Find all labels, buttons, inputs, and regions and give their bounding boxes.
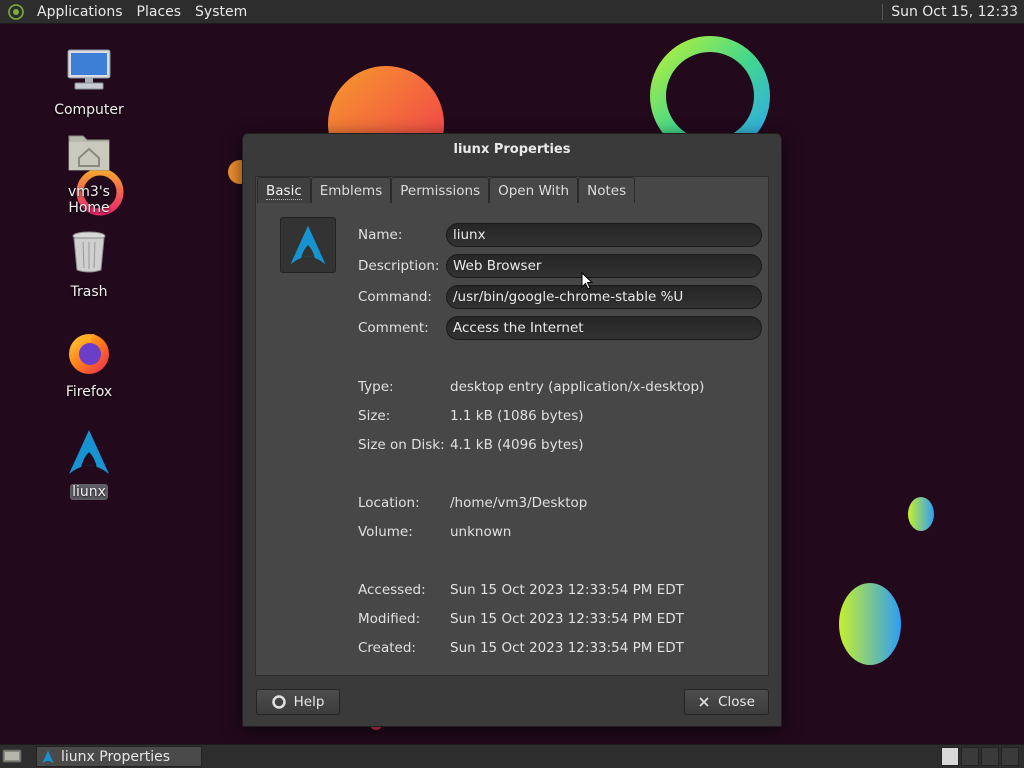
panel-separator <box>882 3 884 20</box>
name-label: Name: <box>358 227 403 243</box>
basic-tab-panel: Name: liunx Description: Web Browser Com… <box>255 176 769 676</box>
desktop-icon-firefox[interactable]: Firefox <box>44 328 134 400</box>
command-label: Command: <box>358 289 432 305</box>
tab-label: Notes <box>587 183 627 199</box>
size-on-disk-value: 4.1 kB (4096 bytes) <box>450 437 584 453</box>
desktop-icon-label: Trash <box>70 284 108 300</box>
size-label: Size: <box>358 408 391 424</box>
size-on-disk-label: Size on Disk: <box>358 437 445 453</box>
desktop-icon-label: liunx <box>70 484 108 500</box>
show-desktop-icon[interactable] <box>2 748 22 764</box>
accessed-value: Sun 15 Oct 2023 12:33:54 PM EDT <box>450 582 684 598</box>
desktop-icon-trash[interactable]: Trash <box>44 228 134 300</box>
computer-icon <box>67 49 111 90</box>
modified-label: Modified: <box>358 611 421 627</box>
type-label: Type: <box>358 379 394 395</box>
firefox-icon <box>69 334 109 374</box>
trash-icon <box>72 231 106 273</box>
help-label: Help <box>293 694 325 710</box>
tab-label: Permissions <box>400 183 481 199</box>
tab-emblems[interactable]: Emblems <box>310 177 392 203</box>
properties-dialog: liunx Properties Name: liunx Description… <box>242 133 782 727</box>
desktop-icon-label: Firefox <box>65 384 113 400</box>
applications-menu-icon[interactable] <box>8 3 24 20</box>
location-label: Location: <box>358 495 420 511</box>
dialog-title[interactable]: liunx Properties <box>243 134 781 166</box>
close-button[interactable]: Close <box>684 689 769 715</box>
comment-field[interactable]: Access the Internet <box>446 316 762 340</box>
arch-launcher-icon <box>290 225 326 265</box>
clock[interactable]: Sun Oct 15, 12:33 <box>891 4 1018 20</box>
desktop-icon-computer[interactable]: Computer <box>44 46 134 118</box>
arch-launcher-icon <box>69 430 109 474</box>
taskbar-window-label: liunx Properties <box>61 748 171 765</box>
tab-label: Basic <box>266 183 302 200</box>
close-label: Close <box>718 694 755 710</box>
workspace-1[interactable] <box>941 747 959 766</box>
close-icon <box>698 696 710 708</box>
modified-value: Sun 15 Oct 2023 12:33:54 PM EDT <box>450 611 684 627</box>
tab-bar: Basic Emblems Permissions Open With Note… <box>257 177 636 203</box>
desktop-icon-liunx[interactable]: liunx <box>44 428 134 500</box>
desktop-icon-home[interactable]: vm3's Home <box>44 128 134 216</box>
help-button[interactable]: Help <box>256 689 340 715</box>
location-value: /home/vm3/Desktop <box>450 495 588 511</box>
home-folder-icon <box>68 135 110 171</box>
desktop-icon-label: vm3's Home <box>68 184 110 216</box>
bottom-panel: liunx Properties <box>0 744 1024 768</box>
volume-label: Volume: <box>358 524 413 540</box>
tab-basic[interactable]: Basic <box>257 177 311 203</box>
top-panel: Applications Places System Sun Oct 15, 1… <box>0 0 1024 24</box>
created-value: Sun 15 Oct 2023 12:33:54 PM EDT <box>450 640 684 656</box>
desktop-icon-label: Computer <box>54 102 124 118</box>
tab-permissions[interactable]: Permissions <box>391 177 490 203</box>
description-field[interactable]: Web Browser <box>446 254 762 278</box>
name-field[interactable]: liunx <box>446 223 762 247</box>
tab-label: Open With <box>498 183 570 199</box>
command-field[interactable]: /usr/bin/google-chrome-stable %U <box>446 285 762 309</box>
created-label: Created: <box>358 640 416 656</box>
taskbar-window-button[interactable]: liunx Properties <box>36 746 202 767</box>
comment-label: Comment: <box>358 320 429 336</box>
workspace-2[interactable] <box>961 747 979 766</box>
accessed-label: Accessed: <box>358 582 426 598</box>
menu-places[interactable]: Places <box>130 0 189 24</box>
mouse-cursor-icon <box>581 272 593 290</box>
workspace-4[interactable] <box>1001 747 1019 766</box>
menu-system[interactable]: System <box>188 0 254 24</box>
size-value: 1.1 kB (1086 bytes) <box>450 408 584 424</box>
app-icon-button[interactable] <box>280 217 336 273</box>
volume-value: unknown <box>450 524 512 540</box>
arch-launcher-icon <box>41 750 55 764</box>
help-icon <box>271 695 286 709</box>
workspace-3[interactable] <box>981 747 999 766</box>
description-label: Description: <box>358 258 440 274</box>
type-value: desktop entry (application/x-desktop) <box>450 379 705 395</box>
tab-notes[interactable]: Notes <box>578 177 636 203</box>
tab-label: Emblems <box>319 183 383 199</box>
tab-open-with[interactable]: Open With <box>489 177 579 203</box>
menu-applications[interactable]: Applications <box>30 0 130 24</box>
